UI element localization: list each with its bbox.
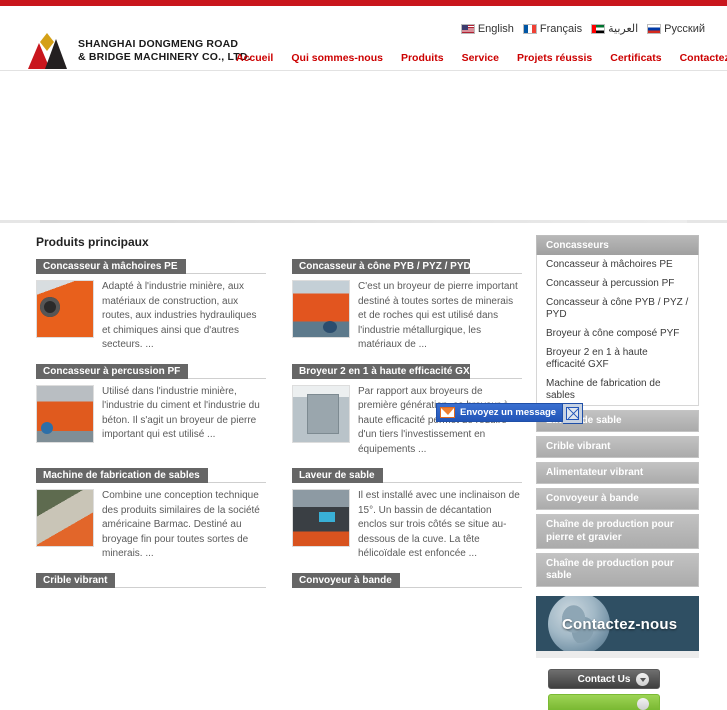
product-thumbnail-image[interactable] — [292, 489, 350, 547]
product-thumbnail-image[interactable] — [36, 489, 94, 547]
language-label: العربية — [608, 23, 639, 35]
product-card-header: Convoyeur à bande — [292, 572, 522, 588]
product-description: Il est installé avec une inclinaison de … — [358, 490, 520, 559]
sidebar-item-crible-vibrant[interactable]: Crible vibrant — [536, 436, 699, 458]
sidebar-item-convoyeur-a-bande[interactable]: Convoyeur à bande — [536, 488, 699, 510]
fr-flag-icon — [522, 23, 537, 34]
product-card-header: Laveur de sable — [292, 468, 522, 483]
close-icon — [566, 407, 580, 420]
language-option-english[interactable]: English — [460, 22, 514, 35]
product-card[interactable]: Convoyeur à bande — [292, 572, 522, 594]
product-title[interactable]: Broyeur 2 en 1 à haute efficacité GXF — [292, 363, 470, 379]
product-title[interactable]: Crible vibrant — [36, 572, 116, 588]
product-description: Utilisé dans l'industrie minière, l'indu… — [102, 385, 260, 441]
sidebar-item-machine-fabrication-sables[interactable]: Machine de fabrication de sables — [537, 374, 698, 405]
close-message-widget-button[interactable] — [563, 403, 584, 424]
page-body: Produits principaux Concasseur à mâchoir… — [0, 223, 727, 710]
page-title: Produits principaux — [36, 235, 149, 249]
ru-flag-icon — [647, 23, 662, 34]
product-description: Adapté à l'industrie minière, aux matéri… — [102, 281, 257, 350]
product-card-body: C'est un broyeur de pierre important des… — [292, 280, 522, 353]
nav-item-contactez-nous[interactable]: Contactez-nous — [671, 52, 727, 64]
contact-banner[interactable]: Contactez-nous — [536, 596, 699, 658]
main-navigation[interactable]: Accueil Qui sommes-nous Produits Service… — [236, 52, 727, 64]
nav-item-produits[interactable]: Produits — [392, 52, 453, 64]
site-header: English Français العربية Русский SHANGHA… — [0, 6, 727, 71]
product-grid: Concasseur à mâchoires PE Adapté à l'ind… — [36, 259, 522, 605]
product-title[interactable]: Machine de fabrication de sables — [36, 468, 208, 483]
contact-banner-label: Contactez-nous — [562, 616, 678, 633]
product-card-header: Concasseur à cône PYB / PYZ / PYD — [292, 259, 522, 274]
product-card-body: Il est installé avec une inclinaison de … — [292, 489, 522, 562]
sidebar-item-alimentateur-vibrant[interactable]: Alimentateur vibrant — [536, 462, 699, 484]
sidebar-item-broyeur-cone-pyf[interactable]: Broyeur à cône composé PYF — [537, 324, 698, 343]
product-title[interactable]: Concasseur à cône PYB / PYZ / PYD — [292, 259, 470, 274]
contact-us-label: Contact Us — [577, 673, 631, 685]
product-card[interactable]: Laveur de sable Il est installé avec une… — [292, 468, 522, 562]
nav-item-service[interactable]: Service — [453, 52, 508, 64]
language-option-arabic[interactable]: العربية — [591, 22, 638, 35]
us-flag-icon — [460, 23, 475, 34]
brand-line-1: SHANGHAI DONGMENG ROAD — [78, 38, 239, 50]
contact-us-button[interactable]: Contact Us — [548, 669, 660, 689]
brand-line-2: & BRIDGE MACHINERY CO., LTD. — [78, 51, 251, 63]
product-description: C'est un broyeur de pierre important des… — [358, 281, 518, 350]
sidebar-item-broyeur-2en1-gxf[interactable]: Broyeur 2 en 1 à haute efficacité GXF — [537, 343, 698, 374]
product-card[interactable]: Concasseur à mâchoires PE Adapté à l'ind… — [36, 259, 266, 353]
send-message-button[interactable]: Envoyez un message — [436, 403, 564, 422]
product-card-body: Utilisé dans l'industrie minière, l'indu… — [36, 384, 266, 443]
product-card-header: Crible vibrant — [36, 572, 266, 588]
product-card-header: Broyeur 2 en 1 à haute efficacité GXF — [292, 363, 522, 379]
nav-item-accueil[interactable]: Accueil — [236, 52, 282, 64]
product-title[interactable]: Convoyeur à bande — [292, 572, 400, 588]
sidebar-category-title: Concasseurs — [536, 235, 699, 255]
sidebar-item-chaine-production-pierre[interactable]: Chaîne de production pour pierre et grav… — [536, 514, 699, 549]
sidebar-item-concasseur-cone-pyb[interactable]: Concasseur à cône PYB / PYZ / PYD — [537, 293, 698, 324]
product-card-body: Adapté à l'industrie minière, aux matéri… — [36, 280, 266, 353]
nav-item-projets-reussis[interactable]: Projets réussis — [508, 52, 601, 64]
nav-item-certificats[interactable]: Certificats — [601, 52, 670, 64]
nav-item-qui-sommes-nous[interactable]: Qui sommes-nous — [282, 52, 392, 64]
language-option-russian[interactable]: Русский — [647, 23, 705, 35]
sidebar-item-concasseur-machoires-pe[interactable]: Concasseur à mâchoires PE — [537, 255, 698, 274]
company-logo-icon — [28, 33, 70, 69]
envelope-icon — [440, 407, 455, 418]
product-thumbnail-image[interactable] — [36, 384, 94, 443]
brand-name: SHANGHAI DONGMENG ROAD & BRIDGE MACHINER… — [78, 38, 251, 64]
language-label: English — [477, 22, 514, 35]
sidebar: Concasseurs Concasseur à mâchoires PE Co… — [536, 235, 699, 710]
product-thumbnail-image[interactable] — [36, 280, 94, 338]
main-content: Produits principaux Concasseur à mâchoir… — [36, 235, 522, 710]
ae-flag-icon — [591, 23, 606, 34]
product-card-body: Combine une conception technique des pro… — [36, 489, 266, 562]
hero-banner — [0, 71, 727, 223]
product-title[interactable]: Laveur de sable — [292, 468, 383, 483]
language-option-francais[interactable]: Français — [522, 22, 583, 35]
product-card-header: Concasseur à percussion PF — [36, 363, 266, 379]
product-title[interactable]: Concasseur à percussion PF — [36, 363, 189, 379]
send-message-label: Envoyez un message — [460, 407, 557, 418]
product-card[interactable]: Machine de fabrication de sables Combine… — [36, 468, 266, 562]
language-label: Français — [539, 22, 583, 35]
arrow-down-icon — [636, 673, 649, 686]
send-message-widget[interactable]: Envoyez un message — [436, 403, 584, 424]
product-thumbnail-image[interactable] — [292, 280, 350, 338]
product-thumbnail-image[interactable] — [292, 384, 350, 443]
brand-logo-block[interactable]: SHANGHAI DONGMENG ROAD & BRIDGE MACHINER… — [28, 33, 251, 69]
sidebar-item-chaine-production-sable[interactable]: Chaîne de production pour sable — [536, 553, 699, 587]
product-description: Combine une conception technique des pro… — [102, 490, 260, 559]
secondary-green-button[interactable] — [548, 694, 660, 710]
product-card[interactable]: Concasseur à percussion PF Utilisé dans … — [36, 363, 266, 458]
product-card-header: Concasseur à mâchoires PE — [36, 259, 266, 274]
product-card[interactable]: Crible vibrant — [36, 572, 266, 594]
product-title[interactable]: Concasseur à mâchoires PE — [36, 259, 186, 274]
product-card[interactable]: Concasseur à cône PYB / PYZ / PYD C'est … — [292, 259, 522, 353]
sidebar-category-list: Concasseur à mâchoires PE Concasseur à p… — [536, 255, 699, 406]
language-selector[interactable]: English Français العربية Русский — [455, 22, 705, 35]
product-card-header: Machine de fabrication de sables — [36, 468, 266, 483]
language-label: Русский — [664, 22, 705, 35]
sidebar-item-concasseur-percussion-pf[interactable]: Concasseur à percussion PF — [537, 274, 698, 293]
